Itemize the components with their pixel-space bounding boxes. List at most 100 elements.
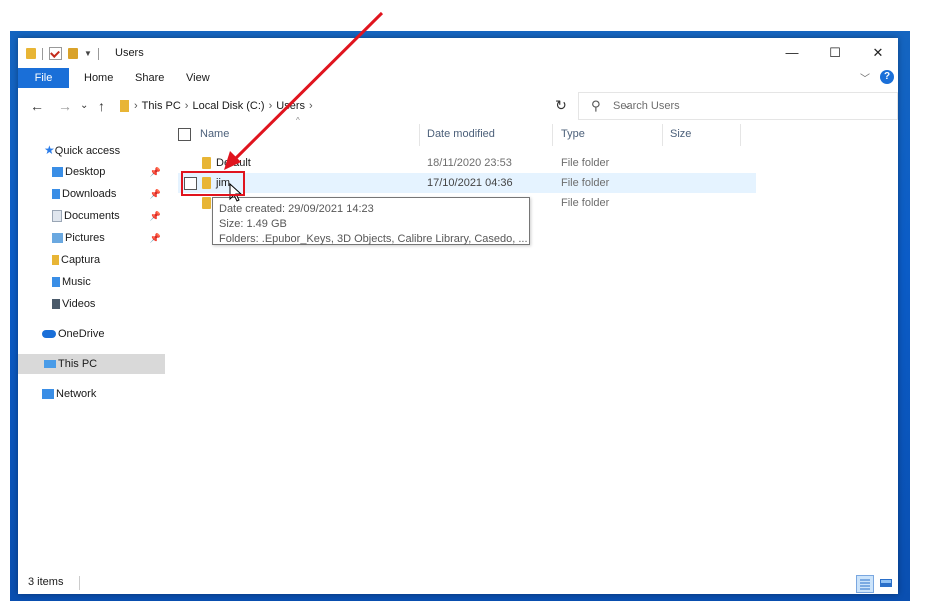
nav-item-label: Quick access <box>54 145 121 157</box>
search-input[interactable]: Search Users <box>613 100 680 112</box>
nav-item-label: Downloads <box>62 188 117 200</box>
nav-item-captura[interactable]: Captura <box>18 250 165 270</box>
table-row[interactable]: jim 17/10/2021 04:36 File folder <box>178 173 756 193</box>
customize-toolbar-dropdown[interactable]: ▼ <box>84 49 92 58</box>
nav-item-label: Documents <box>64 210 120 222</box>
folder-icon <box>52 255 59 266</box>
breadcrumb-separator-icon[interactable]: › <box>309 94 313 118</box>
column-header-date-modified[interactable]: Date modified <box>427 122 495 146</box>
downloads-folder-icon <box>52 189 60 200</box>
nav-item-label: Pictures <box>65 232 105 244</box>
nav-item-label: Captura <box>61 254 101 266</box>
file-explorer-window: ▼ Users — ☐ ✕ File Home Share View ﹀ ? ←… <box>18 38 898 594</box>
breadcrumb-users[interactable]: Users <box>276 94 305 118</box>
network-icon <box>42 389 54 400</box>
tab-file[interactable]: File <box>18 68 69 88</box>
address-row: ← → ⌄ ↑ › This PC › Local Disk (C:) › Us… <box>18 92 898 120</box>
pin-icon[interactable]: 📌 <box>150 206 161 226</box>
column-divider[interactable] <box>662 124 663 146</box>
nav-item-music[interactable]: Music <box>18 272 165 292</box>
window-title: Users <box>115 47 144 59</box>
breadcrumb-separator-icon: › <box>134 100 138 112</box>
search-icon: ⚲ <box>591 98 601 113</box>
tab-view[interactable]: View <box>186 68 210 88</box>
nav-item-label: OneDrive <box>58 328 105 340</box>
title-bar: ▼ Users — ☐ ✕ <box>18 38 898 68</box>
computer-icon <box>44 360 56 369</box>
date-modified: 18/11/2020 23:53 <box>427 157 512 169</box>
address-bar[interactable]: › This PC › Local Disk (C:) › Users › ⌄ <box>115 93 631 119</box>
nav-item-label: Videos <box>62 298 96 310</box>
documents-folder-icon <box>52 210 62 223</box>
tooltip-size: Size: 1.49 GB <box>219 218 287 230</box>
column-header-type[interactable]: Type <box>561 122 585 146</box>
help-icon[interactable]: ? <box>880 70 894 84</box>
nav-item-label: Network <box>56 388 97 400</box>
back-arrow-icon[interactable]: ← <box>30 93 44 119</box>
select-all-checkbox[interactable] <box>178 128 191 141</box>
videos-folder-icon <box>52 299 60 310</box>
forward-arrow-icon[interactable]: → <box>58 93 72 119</box>
nav-item-documents[interactable]: Documents 📌 <box>18 206 165 226</box>
toolbar-divider <box>42 47 43 60</box>
annotation-highlight-box <box>181 171 245 196</box>
column-divider[interactable] <box>419 124 420 146</box>
column-header-size[interactable]: Size <box>670 122 691 146</box>
details-view-icon[interactable] <box>856 575 874 593</box>
search-box[interactable]: ⚲ Search Users <box>578 92 898 120</box>
up-arrow-icon[interactable]: ↑ <box>98 93 105 119</box>
refresh-icon[interactable]: ↻ <box>549 93 573 117</box>
nav-item-videos[interactable]: Videos <box>18 294 165 314</box>
maximize-button[interactable]: ☐ <box>815 42 855 64</box>
nav-item-this-pc[interactable]: This PC <box>18 354 165 374</box>
ribbon-tabs: File Home Share View ﹀ ? <box>18 68 898 88</box>
breadcrumb-this-pc[interactable]: This PC <box>142 94 181 118</box>
breadcrumb: › This PC › Local Disk (C:) › Users › <box>134 94 313 118</box>
nav-item-onedrive[interactable]: OneDrive <box>18 324 165 344</box>
folder-icon <box>26 48 36 59</box>
expand-ribbon-chevron-icon[interactable]: ﹀ <box>860 70 870 85</box>
nav-item-downloads[interactable]: Downloads 📌 <box>18 184 165 204</box>
close-button[interactable]: ✕ <box>858 42 898 64</box>
status-bar: 3 items <box>18 572 898 594</box>
folder-icon <box>120 100 129 112</box>
sort-ascending-icon: ^ <box>296 116 300 125</box>
recent-locations-chevron-icon[interactable]: ⌄ <box>80 93 88 119</box>
tab-home[interactable]: Home <box>84 68 113 88</box>
nav-item-quick-access[interactable]: ★Quick access <box>18 140 165 160</box>
nav-item-network[interactable]: Network <box>18 384 165 404</box>
pin-icon[interactable]: 📌 <box>150 184 161 204</box>
cloud-icon <box>42 330 56 339</box>
nav-item-desktop[interactable]: Desktop 📌 <box>18 162 165 182</box>
navigation-pane: ★Quick access Desktop 📌 Downloads 📌 Docu… <box>18 128 165 578</box>
nav-item-pictures[interactable]: Pictures 📌 <box>18 228 165 248</box>
column-divider[interactable] <box>552 124 553 146</box>
minimize-button[interactable]: — <box>772 42 812 64</box>
new-folder-icon[interactable] <box>68 48 78 59</box>
tab-share[interactable]: Share <box>135 68 164 88</box>
music-folder-icon <box>52 277 60 288</box>
file-type: File folder <box>561 157 610 169</box>
star-icon: ★ <box>44 143 55 157</box>
column-divider[interactable] <box>740 124 741 146</box>
column-header-name[interactable]: Name <box>200 122 229 146</box>
toolbar-divider <box>97 47 99 60</box>
breadcrumb-separator-icon[interactable]: › <box>269 94 273 118</box>
item-count: 3 items <box>28 576 64 588</box>
tooltip-folders: Folders: .Epubor_Keys, 3D Objects, Calib… <box>219 233 528 245</box>
large-icons-view-icon[interactable] <box>878 575 894 591</box>
file-type: File folder <box>561 177 610 189</box>
properties-icon[interactable] <box>49 47 62 60</box>
tooltip-date-created: Date created: 29/09/2021 14:23 <box>219 203 374 215</box>
breadcrumb-separator-icon[interactable]: › <box>185 94 189 118</box>
table-row[interactable]: Default 18/11/2020 23:53 File folder <box>178 153 738 173</box>
folder-info-tooltip: Date created: 29/09/2021 14:23 Size: 1.4… <box>212 197 530 245</box>
pictures-folder-icon <box>52 233 63 244</box>
pin-icon[interactable]: 📌 <box>150 162 161 182</box>
date-modified: 17/10/2021 04:36 <box>427 177 513 189</box>
breadcrumb-local-disk[interactable]: Local Disk (C:) <box>192 94 264 118</box>
file-name: Default <box>216 157 251 169</box>
status-divider <box>79 576 80 590</box>
pin-icon[interactable]: 📌 <box>150 228 161 248</box>
nav-item-label: Music <box>62 276 91 288</box>
